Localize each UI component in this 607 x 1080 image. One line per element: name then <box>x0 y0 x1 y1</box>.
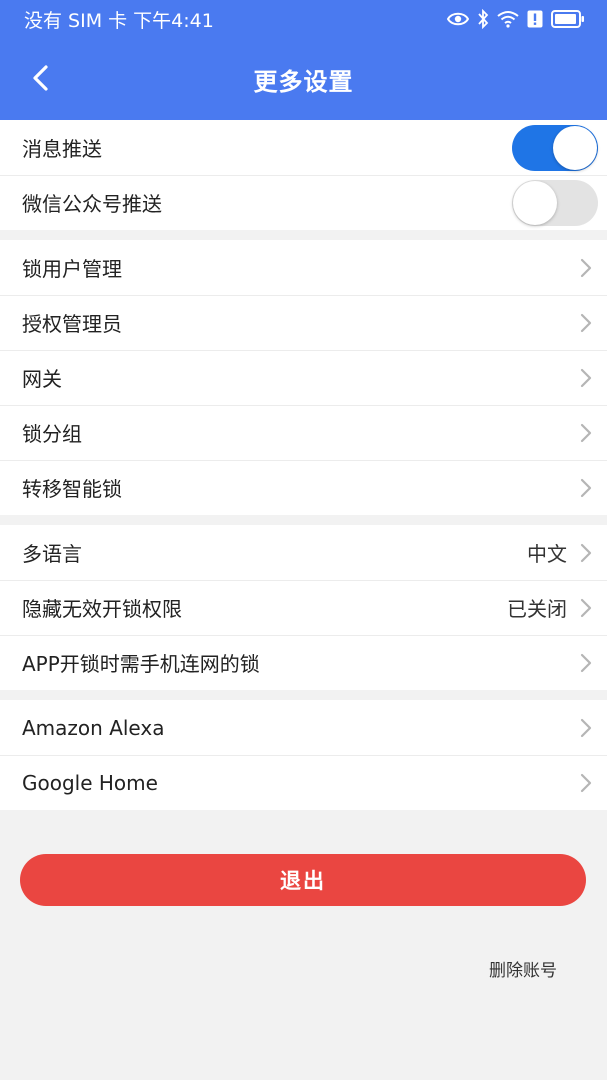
row-label: Google Home <box>22 770 158 795</box>
row-value: 中文 <box>527 542 567 566</box>
row-label: 授权管理员 <box>22 312 122 336</box>
chevron-right-icon <box>580 313 592 332</box>
management-group: 锁用户管理 授权管理员 网关 锁分组 转移智能锁 <box>0 240 607 515</box>
chevron-right-icon <box>580 543 592 562</box>
row-lock-groups[interactable]: 锁分组 <box>0 405 607 460</box>
chevron-right-icon <box>580 598 592 617</box>
status-bar: 没有 SIM 卡 下午4:41 <box>0 0 607 38</box>
chevron-right-icon <box>580 718 592 737</box>
page-title: 更多设置 <box>253 67 354 96</box>
row-label: 微信公众号推送 <box>22 192 162 216</box>
row-label: 网关 <box>22 367 62 391</box>
row-gateway[interactable]: 网关 <box>0 350 607 405</box>
toggle-knob <box>513 180 557 225</box>
wechat-push-toggle[interactable] <box>512 179 598 226</box>
message-push-toggle[interactable] <box>512 124 598 171</box>
chevron-right-icon <box>580 368 592 387</box>
row-network-required-locks[interactable]: APP开锁时需手机连网的锁 <box>0 635 607 690</box>
toggle-knob <box>553 125 597 170</box>
row-label: 锁分组 <box>22 422 82 446</box>
chevron-right-icon <box>580 478 592 497</box>
chevron-left-icon <box>33 65 48 91</box>
row-label: 转移智能锁 <box>22 477 122 501</box>
row-hide-invalid-permissions[interactable]: 隐藏无效开锁权限 已关闭 <box>0 580 607 635</box>
back-button[interactable] <box>20 58 60 98</box>
app-header: 没有 SIM 卡 下午4:41 更多设置 <box>0 0 607 120</box>
notification-group: 消息推送 微信公众号推送 <box>0 120 607 230</box>
delete-account-link[interactable]: 删除账号 <box>489 956 557 981</box>
row-wechat-push: 微信公众号推送 <box>0 175 607 230</box>
logout-button[interactable]: 退出 <box>20 854 586 906</box>
battery-icon <box>551 10 584 28</box>
row-value: 已关闭 <box>507 597 567 621</box>
wifi-icon <box>497 11 519 28</box>
preferences-group: 多语言 中文 隐藏无效开锁权限 已关闭 APP开锁时需手机连网的锁 <box>0 525 607 690</box>
status-icons <box>447 9 585 29</box>
row-transfer-lock[interactable]: 转移智能锁 <box>0 460 607 515</box>
row-message-push: 消息推送 <box>0 120 607 175</box>
status-text: 没有 SIM 卡 下午4:41 <box>24 9 214 32</box>
row-lock-users[interactable]: 锁用户管理 <box>0 240 607 295</box>
row-label: Amazon Alexa <box>22 715 165 740</box>
row-label: APP开锁时需手机连网的锁 <box>22 652 260 676</box>
integrations-group: Amazon Alexa Google Home <box>0 700 607 810</box>
row-admins[interactable]: 授权管理员 <box>0 295 607 350</box>
row-language[interactable]: 多语言 中文 <box>0 525 607 580</box>
alert-icon <box>527 10 543 28</box>
chevron-right-icon <box>580 653 592 672</box>
chevron-right-icon <box>580 423 592 442</box>
row-amazon-alexa[interactable]: Amazon Alexa <box>0 700 607 755</box>
chevron-right-icon <box>580 773 592 792</box>
bluetooth-icon <box>478 9 489 29</box>
row-google-home[interactable]: Google Home <box>0 755 607 810</box>
row-label: 消息推送 <box>22 137 102 161</box>
chevron-right-icon <box>580 258 592 277</box>
nav-bar: 更多设置 <box>0 38 607 120</box>
eye-icon <box>447 12 469 26</box>
row-label: 隐藏无效开锁权限 <box>22 597 182 621</box>
row-label: 锁用户管理 <box>22 257 122 281</box>
row-label: 多语言 <box>22 542 82 566</box>
